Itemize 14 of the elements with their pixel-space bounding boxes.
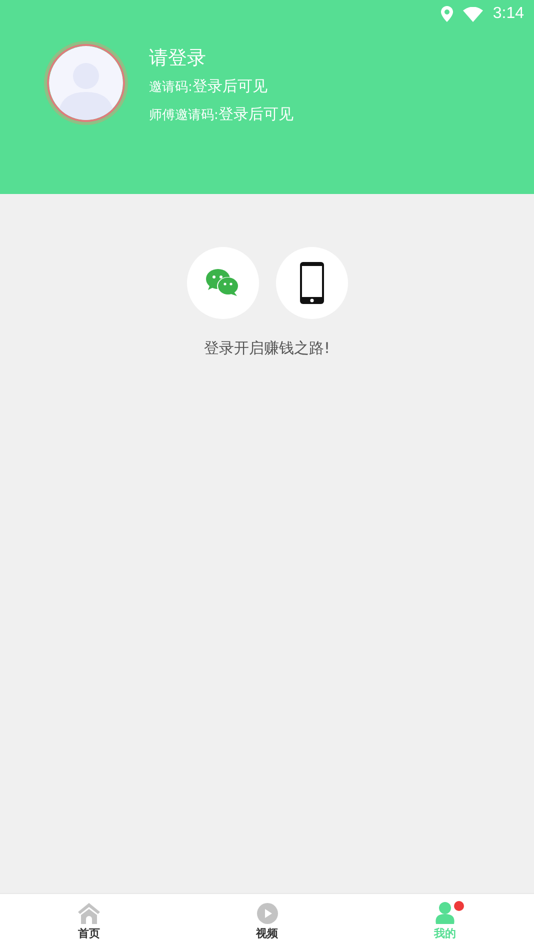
play-icon [256, 903, 278, 924]
invite-code-text: 邀请码:登录后可见 [149, 76, 268, 97]
login-hint: 登录开启赚钱之路! [204, 339, 330, 358]
nav-tab[interactable]: 首页 [0, 894, 178, 949]
wifi-icon [462, 6, 483, 22]
invite-code-text: 师傅邀请码:登录后可见 [149, 104, 294, 125]
status-time: 3:14 [492, 5, 524, 23]
phone-icon [300, 262, 324, 304]
location-icon [440, 6, 453, 22]
nav-tab[interactable]: 视频 [178, 894, 356, 949]
user-icon [435, 902, 455, 924]
home-icon [78, 903, 100, 924]
avatar[interactable] [47, 44, 125, 122]
chat-bubbles-icon [206, 269, 240, 297]
